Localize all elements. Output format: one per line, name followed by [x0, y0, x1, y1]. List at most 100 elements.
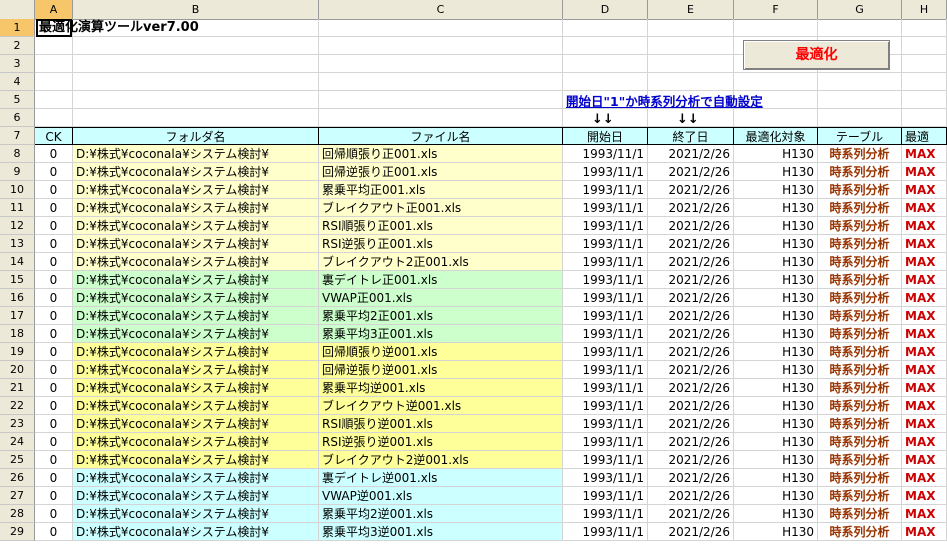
cell-target[interactable]: H130: [734, 253, 818, 271]
cell-file[interactable]: RSI順張り逆001.xls: [319, 415, 563, 433]
cell-ck[interactable]: 0: [35, 397, 73, 415]
empty-cell[interactable]: [648, 73, 734, 91]
empty-cell[interactable]: [563, 37, 648, 55]
cell-table[interactable]: 時系列分析: [818, 433, 902, 451]
cell-ck[interactable]: 0: [35, 289, 73, 307]
cell-target[interactable]: H130: [734, 235, 818, 253]
cell-table[interactable]: 時系列分析: [818, 469, 902, 487]
cell-target[interactable]: H130: [734, 181, 818, 199]
cell-file[interactable]: ブレイクアウト正001.xls: [319, 199, 563, 217]
cell-file[interactable]: RSI順張り正001.xls: [319, 217, 563, 235]
row-number[interactable]: 2: [0, 37, 35, 55]
cell-folder[interactable]: D:¥株式¥coconala¥システム検討¥: [73, 415, 319, 433]
cell-opt[interactable]: MAX: [902, 487, 947, 505]
cell-ck[interactable]: 0: [35, 379, 73, 397]
cell-file[interactable]: ブレイクアウト逆001.xls: [319, 397, 563, 415]
cell-table[interactable]: 時系列分析: [818, 361, 902, 379]
cell-end[interactable]: 2021/2/26: [648, 469, 734, 487]
cell-file[interactable]: 累乗平均2正001.xls: [319, 307, 563, 325]
cell-ck[interactable]: 0: [35, 433, 73, 451]
cell-table[interactable]: 時系列分析: [818, 181, 902, 199]
cell-end[interactable]: 2021/2/26: [648, 217, 734, 235]
cell-ck[interactable]: 0: [35, 523, 73, 541]
empty-cell[interactable]: [902, 73, 947, 91]
row-number[interactable]: 24: [0, 433, 35, 451]
cell-folder[interactable]: D:¥株式¥coconala¥システム検討¥: [73, 253, 319, 271]
column-header-f[interactable]: F: [734, 0, 818, 19]
empty-cell[interactable]: [35, 73, 73, 91]
cell-table[interactable]: 時系列分析: [818, 271, 902, 289]
empty-cell[interactable]: [563, 19, 648, 37]
cell-table[interactable]: 時系列分析: [818, 397, 902, 415]
row-number[interactable]: 7: [0, 127, 35, 145]
empty-cell[interactable]: [818, 19, 902, 37]
cell-opt[interactable]: MAX: [902, 181, 947, 199]
row-number[interactable]: 29: [0, 523, 35, 541]
cell-end[interactable]: 2021/2/26: [648, 325, 734, 343]
cell-table[interactable]: 時系列分析: [818, 289, 902, 307]
cell-opt[interactable]: MAX: [902, 343, 947, 361]
cell-ck[interactable]: 0: [35, 361, 73, 379]
cell-folder[interactable]: D:¥株式¥coconala¥システム検討¥: [73, 343, 319, 361]
cell-opt[interactable]: MAX: [902, 325, 947, 343]
column-header-d[interactable]: D: [563, 0, 648, 19]
cell-start[interactable]: 1993/11/1: [563, 523, 648, 541]
column-title-table[interactable]: テーブル: [818, 127, 902, 145]
cell-folder[interactable]: D:¥株式¥coconala¥システム検討¥: [73, 433, 319, 451]
cell-file[interactable]: 累乗平均3正001.xls: [319, 325, 563, 343]
cell-opt[interactable]: MAX: [902, 469, 947, 487]
cell-folder[interactable]: D:¥株式¥coconala¥システム検討¥: [73, 361, 319, 379]
cell-start[interactable]: 1993/11/1: [563, 343, 648, 361]
cell-folder[interactable]: D:¥株式¥coconala¥システム検討¥: [73, 145, 319, 163]
cell-folder[interactable]: D:¥株式¥coconala¥システム検討¥: [73, 199, 319, 217]
cell-table[interactable]: 時系列分析: [818, 487, 902, 505]
cell-start[interactable]: 1993/11/1: [563, 487, 648, 505]
row-number[interactable]: 4: [0, 73, 35, 91]
column-header-a[interactable]: A: [35, 0, 73, 19]
cell-table[interactable]: 時系列分析: [818, 505, 902, 523]
row-number[interactable]: 25: [0, 451, 35, 469]
row-number[interactable]: 22: [0, 397, 35, 415]
column-title-start[interactable]: 開始日: [563, 127, 648, 145]
cell-opt[interactable]: MAX: [902, 361, 947, 379]
cell-opt[interactable]: MAX: [902, 415, 947, 433]
column-title-target[interactable]: 最適化対象: [734, 127, 818, 145]
cell-target[interactable]: H130: [734, 307, 818, 325]
cell-ck[interactable]: 0: [35, 451, 73, 469]
column-title-ck[interactable]: CK: [35, 127, 73, 145]
cell-opt[interactable]: MAX: [902, 397, 947, 415]
optimize-button[interactable]: 最適化: [743, 40, 890, 70]
empty-cell[interactable]: [73, 55, 319, 73]
cell-start[interactable]: 1993/11/1: [563, 361, 648, 379]
row-number[interactable]: 8: [0, 145, 35, 163]
cell-start[interactable]: 1993/11/1: [563, 199, 648, 217]
row-number[interactable]: 20: [0, 361, 35, 379]
cell-ck[interactable]: 0: [35, 325, 73, 343]
cell-end[interactable]: 2021/2/26: [648, 307, 734, 325]
empty-cell[interactable]: [73, 109, 319, 127]
row-number[interactable]: 9: [0, 163, 35, 181]
cell-opt[interactable]: MAX: [902, 235, 947, 253]
cell-file[interactable]: RSI逆張り正001.xls: [319, 235, 563, 253]
cell-folder[interactable]: D:¥株式¥coconala¥システム検討¥: [73, 307, 319, 325]
empty-cell[interactable]: [35, 37, 73, 55]
cell-table[interactable]: 時系列分析: [818, 307, 902, 325]
cell-end[interactable]: 2021/2/26: [648, 415, 734, 433]
cell-opt[interactable]: MAX: [902, 145, 947, 163]
cell-target[interactable]: H130: [734, 451, 818, 469]
cell-target[interactable]: H130: [734, 487, 818, 505]
empty-cell[interactable]: [734, 109, 818, 127]
cell-end[interactable]: 2021/2/26: [648, 451, 734, 469]
cell-file[interactable]: 累乗平均3逆001.xls: [319, 523, 563, 541]
cell-end[interactable]: 2021/2/26: [648, 379, 734, 397]
cell-start[interactable]: 1993/11/1: [563, 307, 648, 325]
column-title-end[interactable]: 終了日: [648, 127, 734, 145]
empty-cell[interactable]: [902, 109, 947, 127]
cell-folder[interactable]: D:¥株式¥coconala¥システム検討¥: [73, 505, 319, 523]
cell-end[interactable]: 2021/2/26: [648, 145, 734, 163]
cell-file[interactable]: ブレイクアウト2逆001.xls: [319, 451, 563, 469]
empty-cell[interactable]: [902, 19, 947, 37]
cell-ck[interactable]: 0: [35, 307, 73, 325]
cell-target[interactable]: H130: [734, 217, 818, 235]
cell-folder[interactable]: D:¥株式¥coconala¥システム検討¥: [73, 451, 319, 469]
